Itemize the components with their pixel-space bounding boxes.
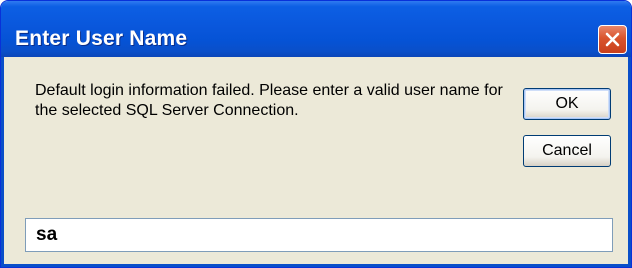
username-input[interactable] <box>25 218 613 252</box>
error-message: Default login information failed. Please… <box>35 82 503 119</box>
close-icon <box>605 32 620 47</box>
cancel-button[interactable]: Cancel <box>523 135 611 167</box>
ok-button[interactable]: OK <box>523 88 611 120</box>
dialog-title: Enter User Name <box>15 27 188 50</box>
title-bar[interactable]: Enter User Name <box>1 1 631 57</box>
enter-user-name-dialog: Enter User Name Default login informatio… <box>0 0 632 268</box>
close-button[interactable] <box>598 25 627 54</box>
